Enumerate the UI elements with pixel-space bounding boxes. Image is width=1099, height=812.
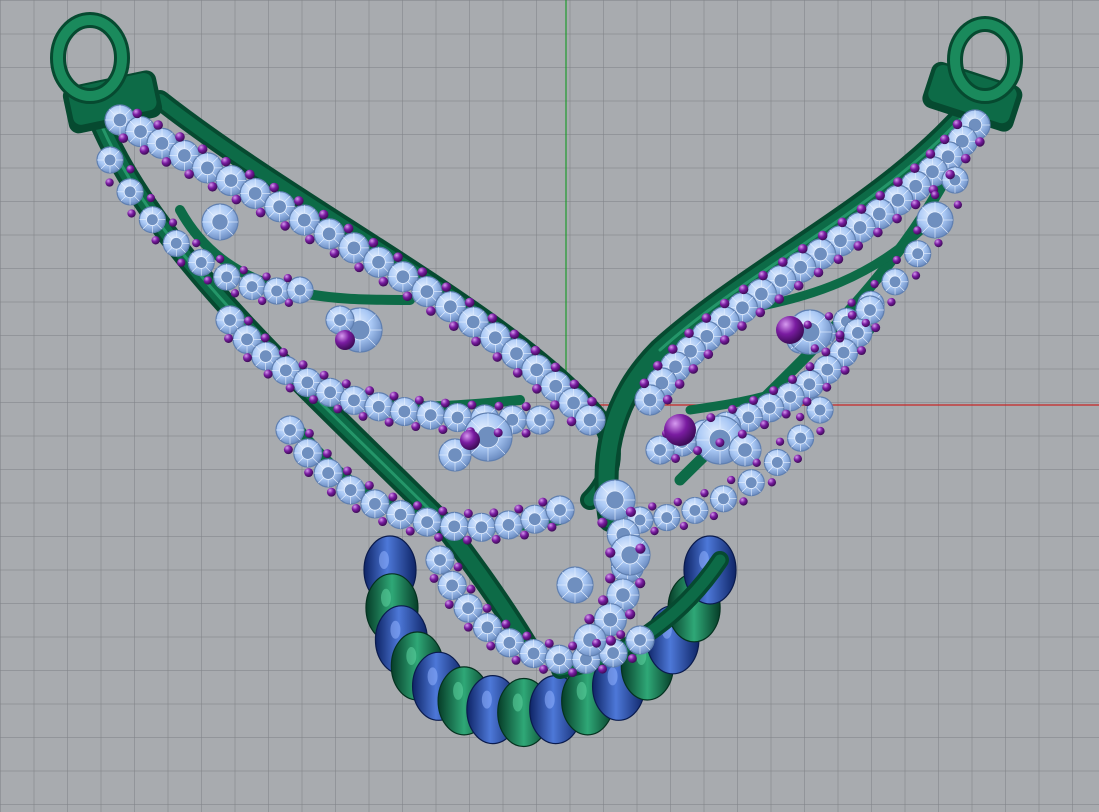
viewport-scene[interactable] [0,0,1099,812]
gemstone-rows [96,104,991,674]
3d-viewport[interactable] [0,0,1099,812]
wing-pendant-icon[interactable] [50,12,1025,748]
